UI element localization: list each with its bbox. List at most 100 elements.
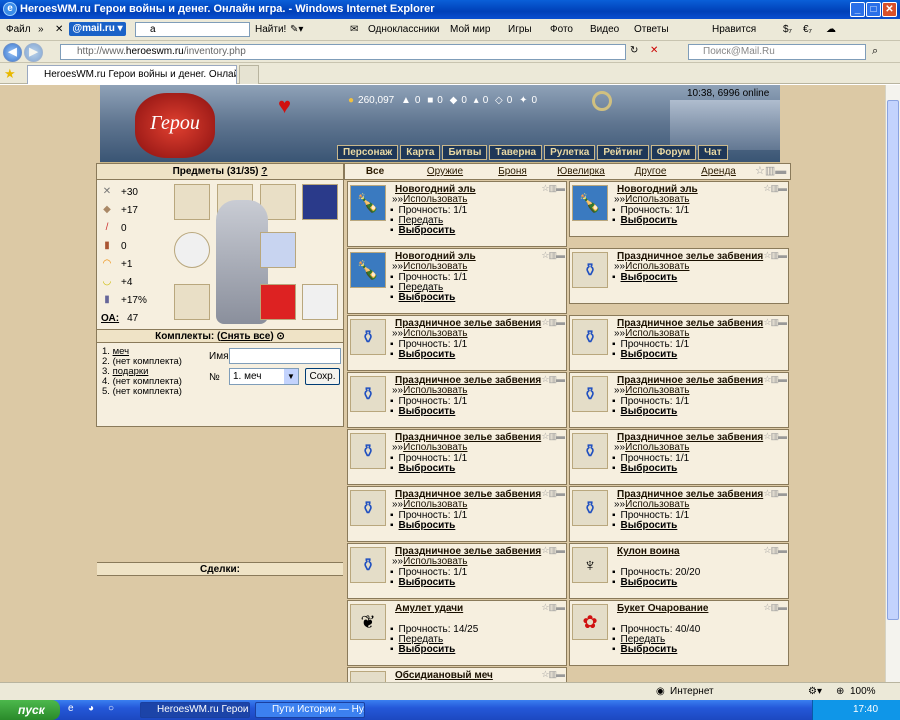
chevron-more-icon[interactable]: » (38, 24, 44, 35)
favorite-star-icon[interactable]: ☆▥▬ (541, 545, 565, 556)
highlight-icon[interactable]: ✎▾ (290, 24, 303, 35)
use-link[interactable]: »»Использовать (392, 194, 467, 205)
task-history[interactable]: Пути Истории — Ну... (255, 702, 365, 718)
item-name[interactable]: Кулон воина (617, 546, 680, 557)
file-menu[interactable]: Файл (6, 24, 31, 35)
set-number-select[interactable]: 1. меч ▼ (229, 368, 299, 385)
menu-roulette[interactable]: Рулетка (544, 145, 596, 160)
mailru-search-input[interactable]: Поиск@Mail.Ru (688, 44, 866, 60)
save-button[interactable]: Сохр. (305, 368, 340, 385)
tab-armor[interactable]: Броня (485, 165, 540, 179)
menu-map[interactable]: Карта (400, 145, 441, 160)
search-icon[interactable]: ⌕ (872, 45, 878, 58)
set-name-input[interactable] (229, 348, 341, 364)
collapse-icon[interactable]: ⊙ (276, 331, 284, 342)
favorite-star-icon[interactable]: ☆▥▬ (763, 431, 787, 442)
favorite-star-icon[interactable]: ☆▥▬ (541, 317, 565, 328)
tab-rent[interactable]: Аренда (691, 165, 746, 179)
close-toolbar-icon[interactable]: ✕ (55, 24, 63, 35)
favorite-star-icon[interactable]: ☆▥▬ (763, 374, 787, 385)
mailru-logo-button[interactable]: @mail.ru ▾ (69, 22, 126, 36)
drop-link[interactable]: Выбросить (390, 225, 456, 236)
tab-weapons[interactable]: Оружие (415, 165, 475, 179)
game-logo[interactable]: Герои (135, 93, 215, 158)
favorite-star-icon[interactable]: ☆▥▬ (763, 317, 787, 328)
menu-character[interactable]: Персонаж (337, 145, 399, 160)
favorite-star-icon[interactable]: ☆▥▬ (763, 602, 787, 613)
use-link[interactable]: »»Использовать (614, 385, 689, 396)
close-button[interactable]: ✕ (882, 2, 897, 17)
favorite-star-icon[interactable]: ☆▥▬ (541, 183, 565, 194)
toolbar-item-games[interactable]: Игры (508, 24, 532, 35)
favorites-star-icon[interactable]: ★ (4, 66, 16, 82)
find-button[interactable]: Найти! (255, 24, 286, 35)
favorite-star-icon[interactable]: ☆▥▬ (541, 431, 565, 442)
task-heroeswm[interactable]: HeroesWM.ru Герои ... (140, 702, 250, 718)
drop-link[interactable]: Выбросить (612, 644, 678, 655)
currency-usd[interactable]: $₇ (783, 24, 792, 35)
remove-all-link[interactable]: Снять все (220, 331, 270, 342)
ale-bottle-icon[interactable]: 🍾 (350, 252, 386, 288)
favorite-star-icon[interactable]: ☆▥▬ (763, 545, 787, 556)
use-link[interactable]: »»Использовать (392, 442, 467, 453)
tab-all[interactable]: Все (349, 165, 401, 179)
quicklaunch-opera-icon[interactable]: ○ (108, 703, 114, 714)
tab-heroeswm[interactable]: HeroesWM.ru Герои войны и денег. Онлайн … (27, 65, 237, 84)
favorite-star-icon[interactable]: ☆▥▬ (541, 669, 565, 680)
toolbar-item-odnoklassniki[interactable]: Одноклассники (368, 24, 439, 35)
drop-link[interactable]: Выбросить (612, 406, 678, 417)
potion-icon[interactable]: ⚱ (572, 490, 608, 526)
butterfly-slot-icon[interactable] (260, 232, 296, 268)
favorite-star-icon[interactable]: ☆▥▬ (541, 250, 565, 261)
potion-icon[interactable]: ⚱ (350, 490, 386, 526)
use-link[interactable]: »»Использовать (392, 328, 467, 339)
drop-link[interactable]: Выбросить (390, 292, 456, 303)
maximize-button[interactable]: □ (866, 2, 881, 17)
heart-slot-icon[interactable] (260, 284, 296, 320)
ring-slot-icon[interactable] (174, 184, 210, 220)
favorite-star-icon[interactable]: ☆▥▬ (763, 183, 787, 194)
favorite-star-icon[interactable]: ☆▥▬ (541, 488, 565, 499)
ale-bottle-icon[interactable]: 🍾 (572, 185, 608, 221)
use-link[interactable]: »»Использовать (614, 261, 689, 272)
potion-icon[interactable]: ⚱ (572, 252, 608, 288)
use-link[interactable]: »»Использовать (392, 261, 467, 272)
toolbar-search-input[interactable]: а (135, 22, 250, 37)
book-slot-icon[interactable] (302, 184, 338, 220)
use-link[interactable]: »»Использовать (392, 499, 467, 510)
drop-link[interactable]: Выбросить (612, 215, 678, 226)
star-filter-icon[interactable]: ☆▥▬ (755, 164, 786, 177)
favorite-star-icon[interactable]: ☆▥▬ (541, 602, 565, 613)
toolbar-item-photo[interactable]: Фото (550, 24, 573, 35)
drop-link[interactable]: Выбросить (390, 349, 456, 360)
potion-icon[interactable]: ⚱ (350, 376, 386, 412)
drop-link[interactable]: Выбросить (612, 520, 678, 531)
item-name[interactable]: Букет Очарование (617, 603, 708, 614)
drop-link[interactable]: Выбросить (612, 577, 678, 588)
menu-battles[interactable]: Битвы (442, 145, 488, 160)
favorite-star-icon[interactable]: ☆▥▬ (763, 488, 787, 499)
quicklaunch-ie-icon[interactable]: e (68, 703, 74, 714)
use-link[interactable]: »»Использовать (614, 194, 689, 205)
drop-link[interactable]: Выбросить (390, 463, 456, 474)
currency-eur[interactable]: €₇ (803, 24, 812, 35)
sword-slot-icon[interactable] (174, 284, 210, 320)
horse-slot-icon[interactable] (302, 284, 338, 320)
stop-icon[interactable]: ✕ (650, 45, 658, 56)
use-link[interactable]: »»Использовать (614, 499, 689, 510)
drop-link[interactable]: Выбросить (390, 644, 456, 655)
use-link[interactable]: »»Использовать (614, 328, 689, 339)
drop-link[interactable]: Выбросить (612, 272, 678, 283)
use-link[interactable]: »»Использовать (614, 442, 689, 453)
drop-link[interactable]: Выбросить (612, 463, 678, 474)
menu-chat[interactable]: Чат (698, 145, 728, 160)
potion-icon[interactable]: ⚱ (350, 547, 386, 583)
start-button[interactable]: пуск (0, 700, 60, 720)
zoom-level[interactable]: 100% (850, 686, 876, 697)
amulet-icon[interactable]: ❦ (350, 604, 386, 640)
bouquet-icon[interactable]: ✿ (572, 604, 608, 640)
drop-link[interactable]: Выбросить (390, 577, 456, 588)
help-link[interactable]: ? (261, 166, 267, 177)
favorite-star-icon[interactable]: ☆▥▬ (763, 250, 787, 261)
potion-icon[interactable]: ⚱ (350, 433, 386, 469)
